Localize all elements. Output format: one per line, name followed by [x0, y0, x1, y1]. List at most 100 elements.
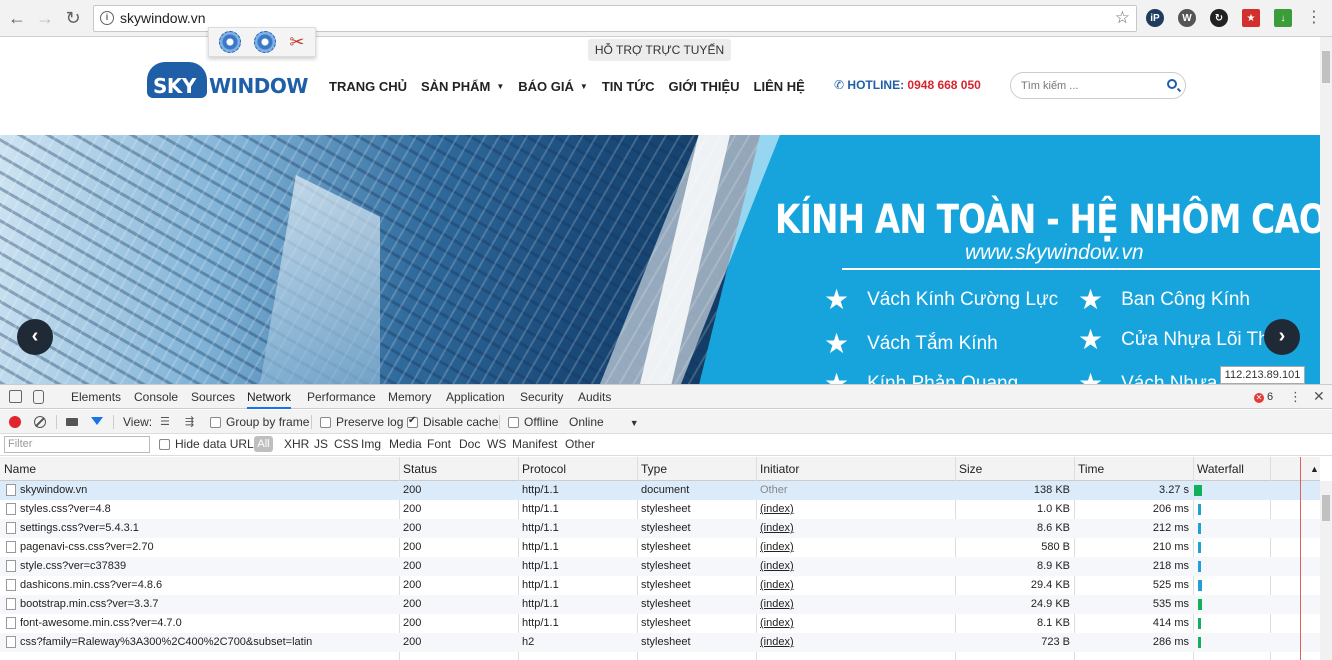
cell-initiator[interactable]: (index): [760, 579, 794, 591]
column-header-size[interactable]: Size: [959, 462, 982, 476]
table-row[interactable]: css?family=Raleway%3A300%2C400%2C700&sub…: [0, 633, 1320, 652]
info-icon[interactable]: i: [100, 11, 114, 25]
tab-memory[interactable]: Memory: [388, 385, 431, 409]
site-logo[interactable]: SKY WINDOW: [147, 60, 308, 100]
slider-prev-button[interactable]: ‹: [17, 319, 53, 355]
settings-gear-icon[interactable]: [219, 31, 242, 53]
site-search-input[interactable]: Tìm kiếm ...: [1010, 72, 1186, 99]
devtools-menu-icon[interactable]: ⋮: [1289, 389, 1302, 405]
back-button[interactable]: ←: [5, 6, 29, 30]
checkbox[interactable]: [508, 417, 519, 428]
table-row[interactable]: settings.css?ver=5.4.3.1 200 http/1.1 style…: [0, 519, 1320, 538]
tab-network[interactable]: Network: [247, 385, 292, 409]
bookmark-star-icon[interactable]: ☆: [1115, 8, 1130, 28]
column-header-protocol[interactable]: Protocol: [522, 462, 566, 476]
filter-type-css[interactable]: CSS: [334, 437, 359, 451]
column-header-status[interactable]: Status: [403, 462, 437, 476]
column-header-type[interactable]: Type: [641, 462, 667, 476]
filter-type-manifest[interactable]: Manifest: [512, 437, 557, 451]
column-header-waterfall[interactable]: Waterfall: [1197, 462, 1244, 476]
checkbox[interactable]: [159, 439, 170, 450]
ip-icon[interactable]: iP: [1146, 9, 1164, 27]
table-row[interactable]: skywindow.vn 200 http/1.1 document Other 138 …: [0, 481, 1320, 500]
tab-audits[interactable]: Audits: [578, 385, 611, 409]
flag-icon[interactable]: ★: [1242, 9, 1260, 27]
disable-cache-checkbox[interactable]: Disable cache: [407, 415, 498, 429]
sync-icon[interactable]: ↻: [1210, 9, 1228, 27]
inspect-element-icon[interactable]: [9, 390, 22, 403]
filter-type-other[interactable]: Other: [565, 437, 595, 451]
filter-input[interactable]: Filter: [4, 436, 150, 453]
table-row[interactable]: dashicons.min.css?ver=4.8.6 200 http/1.1 st…: [0, 576, 1320, 595]
cell-initiator[interactable]: (index): [760, 522, 794, 534]
cell-initiator[interactable]: (index): [760, 617, 794, 629]
close-icon[interactable]: ✕: [1313, 388, 1325, 405]
device-toolbar-icon[interactable]: [33, 390, 44, 404]
sort-arrow-icon[interactable]: ▲: [1310, 464, 1319, 474]
table-row[interactable]: font-awesome.min.css?ver=4.7.0 200 http/1.…: [0, 614, 1320, 633]
filter-type-img[interactable]: Img: [361, 437, 381, 451]
clear-icon[interactable]: [34, 416, 46, 428]
wordpress-icon[interactable]: W: [1178, 9, 1196, 27]
checkbox[interactable]: [320, 417, 331, 428]
page-scrollbar[interactable]: [1320, 37, 1332, 384]
browser-menu-icon[interactable]: ⋮: [1304, 8, 1324, 28]
screenshot-camera-icon[interactable]: [66, 418, 78, 426]
nav-item-lien-he[interactable]: LIÊN HỆ: [754, 79, 805, 94]
overview-icon[interactable]: ⇶: [185, 415, 194, 428]
table-row[interactable]: style.css?ver=c37839 200 http/1.1 styleshee…: [0, 557, 1320, 576]
url-text[interactable]: skywindow.vn: [120, 10, 206, 26]
filter-type-font[interactable]: Font: [427, 437, 451, 451]
download-icon[interactable]: ↓: [1274, 9, 1292, 27]
group-by-frame-checkbox[interactable]: Group by frame: [210, 415, 309, 429]
tab-security[interactable]: Security: [520, 385, 563, 409]
cell-initiator[interactable]: (index): [760, 503, 794, 515]
nav-item-san-pham[interactable]: SẢN PHẨM ▼: [421, 79, 504, 94]
table-row[interactable]: styles.css?ver=4.8 200 http/1.1 stylesheet (…: [0, 500, 1320, 519]
error-counter[interactable]: ✕ 6: [1254, 391, 1273, 403]
tab-console[interactable]: Console: [134, 385, 178, 409]
offline-checkbox[interactable]: Offline: [508, 415, 558, 429]
column-header-time[interactable]: Time: [1078, 462, 1104, 476]
filter-funnel-icon[interactable]: [91, 417, 103, 425]
filter-type-js[interactable]: JS: [314, 437, 328, 451]
record-icon[interactable]: [9, 416, 21, 428]
table-row[interactable]: bootstrap.min.css?ver=3.3.7 200 http/1.1 st…: [0, 595, 1320, 614]
slider-next-button[interactable]: ›: [1264, 319, 1300, 355]
hotline[interactable]: ✆ HOTLINE: 0948 668 050: [834, 78, 981, 92]
reload-button[interactable]: ↻: [61, 6, 85, 30]
support-button[interactable]: HỖ TRỢ TRỰC TUYẾN: [588, 39, 731, 61]
checkbox[interactable]: [210, 417, 221, 428]
cell-initiator[interactable]: (index): [760, 560, 794, 572]
scrollbar-thumb[interactable]: [1322, 51, 1330, 83]
table-row[interactable]: pagenavi-css.css?ver=2.70 200 http/1.1 styl…: [0, 538, 1320, 557]
cell-initiator[interactable]: (index): [760, 541, 794, 553]
cell-initiator[interactable]: (index): [760, 636, 794, 648]
nav-item-tin-tuc[interactable]: TIN TỨC: [602, 79, 655, 94]
filter-type-media[interactable]: Media: [389, 437, 422, 451]
tools-icon[interactable]: ✂: [289, 32, 304, 53]
nav-item-trang-chu[interactable]: TRANG CHỦ: [329, 79, 407, 94]
tab-elements[interactable]: Elements: [71, 385, 121, 409]
large-rows-icon[interactable]: ☰: [160, 415, 170, 428]
hide-data-urls-checkbox[interactable]: Hide data URLs: [159, 437, 260, 451]
tab-application[interactable]: Application: [446, 385, 505, 409]
tab-performance[interactable]: Performance: [307, 385, 376, 409]
checkbox[interactable]: [407, 415, 418, 428]
filter-type-all[interactable]: All: [254, 436, 273, 452]
filter-type-xhr[interactable]: XHR: [284, 437, 309, 451]
cell-initiator[interactable]: (index): [760, 598, 794, 610]
column-header-name[interactable]: Name: [4, 462, 36, 476]
tab-sources[interactable]: Sources: [191, 385, 235, 409]
throttling-select[interactable]: Online ▼: [569, 415, 639, 429]
nav-item-gioi-thieu[interactable]: GIỚI THIỆU: [668, 79, 739, 94]
column-header-initiator[interactable]: Initiator: [760, 462, 799, 476]
preserve-log-checkbox[interactable]: Preserve log: [320, 415, 403, 429]
table-scrollbar[interactable]: [1320, 481, 1332, 660]
forward-button[interactable]: →: [33, 6, 57, 30]
nav-item-bao-gia[interactable]: BÁO GIÁ ▼: [518, 79, 588, 94]
filter-type-doc[interactable]: Doc: [459, 437, 480, 451]
filter-type-ws[interactable]: WS: [487, 437, 506, 451]
search-icon[interactable]: [1167, 79, 1177, 89]
advanced-gear-icon[interactable]: [254, 31, 277, 53]
